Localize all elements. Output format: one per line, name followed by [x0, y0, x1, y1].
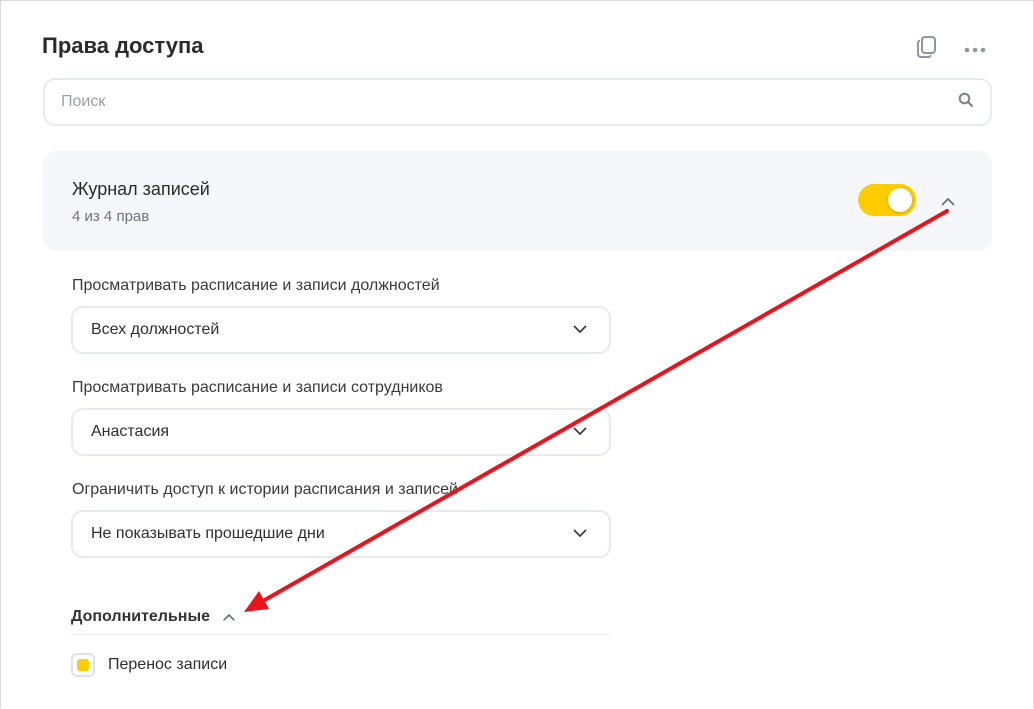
chevron-down-icon: [573, 423, 587, 441]
select-history-value: Не показывать прошедшие дни: [91, 525, 325, 542]
section-toggle[interactable]: [858, 184, 916, 216]
search-box: [43, 78, 992, 126]
select-employees-value: Анастасия: [91, 423, 170, 440]
select-history[interactable]: Не показывать прошедшие дни: [71, 510, 611, 558]
checkbox-transfer-record[interactable]: Перенос записи: [71, 653, 227, 677]
section-collapse-button[interactable]: [938, 192, 958, 212]
copy-icon: [916, 35, 938, 64]
checkbox-label: Перенос записи: [108, 656, 228, 673]
page-title: Права доступа: [42, 33, 204, 58]
app-window: Права доступа Поиск Журнал записей 4 из …: [0, 0, 1034, 708]
more-button[interactable]: [961, 35, 989, 63]
chevron-down-icon: [573, 525, 587, 543]
field-label-positions: Просматривать расписание и записи должно…: [72, 277, 440, 294]
select-employees[interactable]: Анастасия: [71, 408, 611, 456]
select-positions[interactable]: Всех должностей: [71, 306, 611, 354]
section-permissions-count: 4 из 4 прав: [72, 208, 150, 225]
section-title: Журнал записей: [72, 179, 210, 199]
chevron-down-icon: [573, 321, 587, 339]
copy-button[interactable]: [913, 35, 941, 63]
toggle-knob: [888, 188, 912, 212]
section-journal: Журнал записей 4 из 4 прав: [43, 150, 992, 251]
extra-section-title: Дополнительные: [71, 607, 211, 625]
extra-section-header: Дополнительные: [71, 599, 611, 635]
select-positions-value: Всех должностей: [91, 321, 220, 338]
checkbox-checked-mark: [77, 659, 89, 671]
more-horizontal-icon: [964, 40, 986, 58]
extra-collapse-button[interactable]: [220, 608, 238, 626]
field-label-history: Ограничить доступ к истории расписания и…: [72, 481, 458, 498]
chevron-up-icon: [223, 608, 235, 626]
search-icon[interactable]: [958, 92, 974, 113]
search-input[interactable]: [61, 93, 958, 111]
field-label-employees: Просматривать расписание и записи сотруд…: [72, 379, 443, 396]
chevron-up-icon: [941, 193, 955, 211]
header-actions: [913, 35, 989, 63]
checkbox[interactable]: [71, 653, 95, 677]
